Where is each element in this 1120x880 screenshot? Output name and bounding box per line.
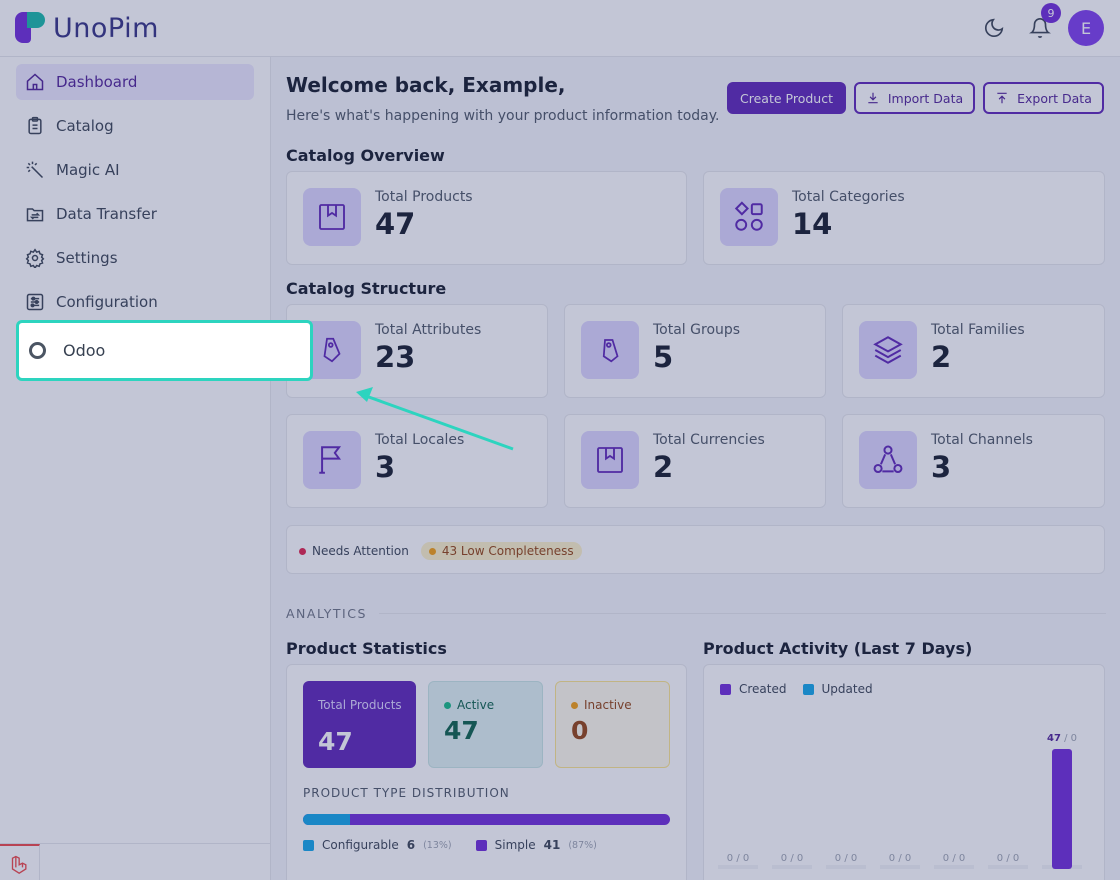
pointer-arrow <box>356 387 514 451</box>
arrow-line <box>365 394 514 451</box>
arrow-head <box>356 387 373 402</box>
